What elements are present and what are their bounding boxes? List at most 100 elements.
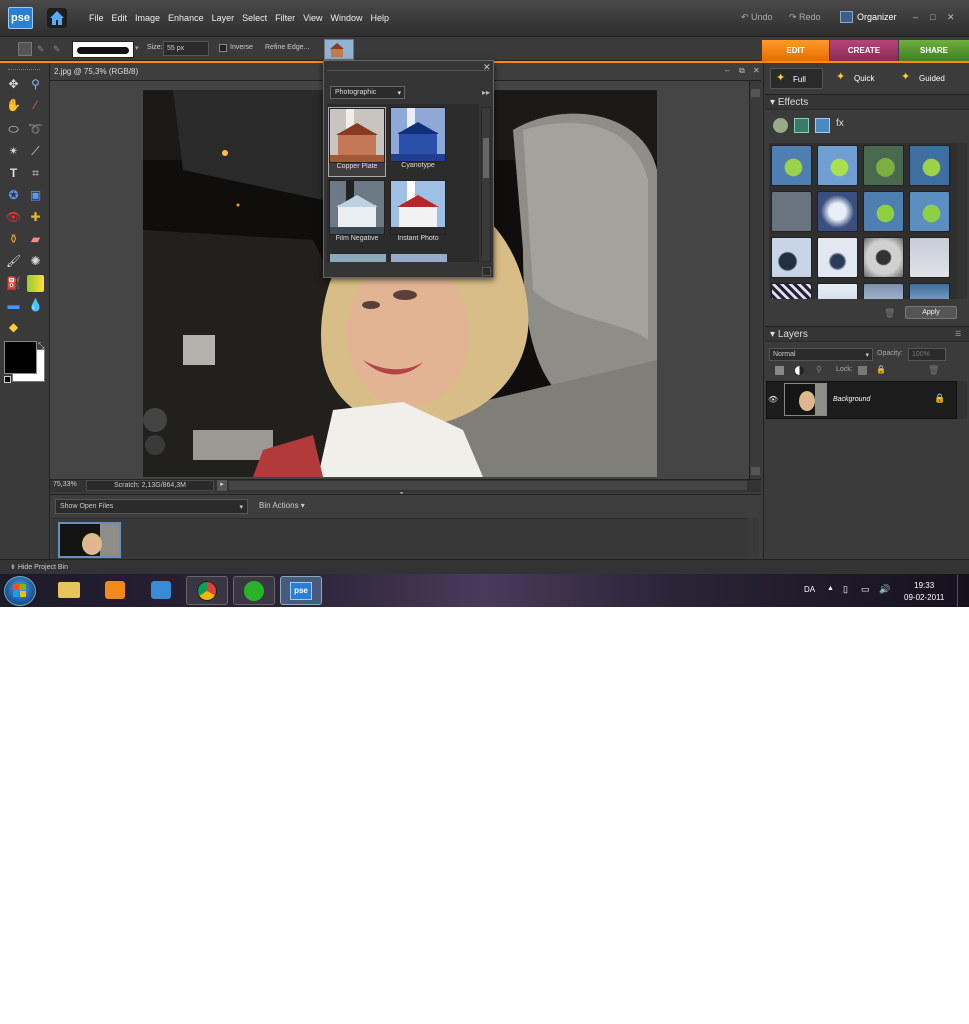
refine-edge-button[interactable]: Refine Edge... (265, 44, 309, 51)
panel-menu-icon[interactable]: ☰ (955, 330, 961, 338)
doc-minimize-button[interactable]: – (725, 66, 729, 75)
menu-select[interactable]: Select (242, 13, 267, 23)
effect-thumbnail[interactable] (863, 191, 904, 232)
horizontal-scrollbar[interactable] (228, 480, 748, 491)
edit-quick-button[interactable]: ✦ Quick (832, 68, 887, 89)
add-selection-icon[interactable]: ✎ (37, 44, 45, 55)
foreground-color-swatch[interactable] (4, 341, 37, 374)
doc-close-button[interactable]: ✕ (753, 66, 760, 75)
network-taskbar-icon[interactable] (140, 576, 182, 605)
effect-thumbnail[interactable] (909, 237, 950, 278)
style-category-select[interactable]: Photographic ▾ (330, 86, 405, 99)
edit-guided-button[interactable]: ✦ Guided (897, 68, 957, 89)
tray-device-icon[interactable]: ▯ (843, 584, 848, 595)
subtract-selection-icon[interactable]: ✎ (53, 44, 61, 55)
menu-filter[interactable]: Filter (275, 13, 295, 23)
new-layer-icon[interactable] (775, 366, 784, 375)
maximize-button[interactable]: □ (930, 12, 935, 22)
menu-image[interactable]: Image (135, 13, 160, 23)
effect-thumbnail[interactable] (771, 283, 812, 299)
minimize-button[interactable]: – (913, 12, 918, 22)
size-field[interactable]: 55 px (163, 41, 209, 56)
blur-tool-icon[interactable]: 💧 (27, 297, 44, 314)
sponge-tool-icon[interactable]: ◆ (5, 319, 22, 336)
undo-button[interactable]: ↶ Undo (741, 12, 773, 23)
menu-file[interactable]: File (89, 13, 104, 23)
cookie-cutter-tool-icon[interactable]: ✪ (5, 187, 22, 204)
style-cyanotype[interactable]: Cyanotype (389, 107, 447, 177)
layer-name[interactable]: Background (833, 396, 870, 403)
effect-thumbnail[interactable] (863, 145, 904, 186)
tab-edit[interactable]: EDIT (762, 40, 829, 61)
healing-brush-tool-icon[interactable]: ✚ (27, 209, 44, 226)
red-eye-tool-icon[interactable]: 👁 (5, 209, 22, 226)
show-desktop-button[interactable] (957, 575, 969, 607)
tray-expand-icon[interactable]: ▲ (827, 585, 834, 592)
fx-icon[interactable]: fx (836, 118, 851, 133)
link-icon[interactable]: ⚲ (816, 365, 822, 374)
menu-view[interactable]: View (303, 13, 322, 23)
delete-layer-icon[interactable]: 🗑 (928, 365, 939, 376)
crop-tool-icon[interactable]: ⌗ (27, 165, 44, 182)
bin-thumbnail[interactable] (58, 522, 121, 558)
default-colors-icon[interactable] (4, 376, 11, 383)
move-tool-icon[interactable]: ✥ (5, 76, 22, 93)
effect-thumbnail[interactable] (817, 191, 858, 232)
hide-project-bin-button[interactable]: ⇟ Hide Project Bin (0, 559, 969, 574)
type-tool-icon[interactable]: T (5, 165, 22, 182)
lasso-tool-icon[interactable]: ➰ (27, 121, 44, 138)
layers-scrollbar[interactable] (957, 381, 967, 419)
organizer-button[interactable]: Organizer (840, 11, 897, 23)
show-open-files-select[interactable]: Show Open Files ▾ (55, 499, 248, 514)
volume-icon[interactable]: 🔊 (879, 584, 890, 595)
pse-taskbar-icon[interactable]: pse (280, 576, 322, 605)
app-taskbar-icon[interactable] (233, 576, 275, 605)
layers-panel-header[interactable]: ▾ Layers (765, 326, 969, 342)
popup-menu-icon[interactable]: ▸▸ (482, 88, 490, 97)
blend-mode-select[interactable]: Normal ▾ (769, 348, 873, 361)
magic-wand-tool-icon[interactable]: ✴ (5, 143, 22, 160)
menu-help[interactable]: Help (370, 13, 389, 23)
swap-colors-icon[interactable]: ⤡ (38, 341, 44, 351)
effect-thumbnail[interactable] (817, 283, 858, 299)
selection-brush-icon[interactable] (18, 42, 32, 56)
popup-close-icon[interactable]: ✕ (483, 62, 491, 73)
hand-tool-icon[interactable]: ✋ (5, 97, 22, 114)
effect-thumbnail[interactable] (771, 237, 812, 278)
effects-panel-header[interactable]: ▾ Effects (765, 94, 969, 110)
style-instant-photo[interactable]: Instant Photo (389, 180, 447, 250)
brush-picker[interactable] (72, 41, 134, 58)
redo-button[interactable]: ↷ Redo (789, 12, 821, 23)
layer-styles-icon[interactable] (794, 118, 809, 133)
explorer-taskbar-icon[interactable] (48, 576, 90, 605)
tab-create[interactable]: CREATE (830, 40, 898, 61)
style-thumbnail-partial[interactable] (391, 254, 447, 262)
effect-thumbnail[interactable] (909, 145, 950, 186)
vertical-scrollbar[interactable] (749, 81, 761, 479)
brush-dropdown-icon[interactable]: ▾ (135, 44, 139, 52)
effect-thumbnail[interactable] (863, 237, 904, 278)
effect-thumbnail[interactable] (817, 237, 858, 278)
smart-brush-tool-icon[interactable]: ✺ (27, 253, 44, 270)
style-thumbnail-partial[interactable] (330, 254, 386, 262)
taskbar-clock[interactable]: 19:33 09-02-2011 (904, 580, 944, 604)
marquee-tool-icon[interactable]: ⬭ (5, 121, 22, 138)
close-button[interactable]: ✕ (947, 12, 955, 23)
quick-selection-tool-icon[interactable]: ⟋ (27, 143, 44, 160)
inverse-checkbox[interactable] (219, 44, 227, 52)
zoom-level[interactable]: 75,33% (53, 481, 77, 488)
style-picker-button[interactable] (324, 39, 354, 60)
start-button[interactable] (4, 576, 36, 606)
media-player-taskbar-icon[interactable] (94, 576, 136, 605)
popup-scrollbar[interactable] (481, 107, 491, 262)
photo-effects-icon[interactable] (815, 118, 830, 133)
shape-tool-icon[interactable]: ▬ (5, 297, 22, 314)
popup-scroll-thumb[interactable] (483, 138, 489, 178)
popup-resize-handle[interactable] (482, 267, 491, 276)
effect-thumbnail[interactable] (771, 145, 812, 186)
effect-thumbnail[interactable] (817, 145, 858, 186)
effect-thumbnail[interactable] (771, 191, 812, 232)
doc-float-button[interactable]: ⧉ (739, 66, 745, 76)
trash-icon[interactable]: 🗑 (884, 308, 895, 319)
clone-stamp-tool-icon[interactable]: ⚱ (5, 231, 22, 248)
